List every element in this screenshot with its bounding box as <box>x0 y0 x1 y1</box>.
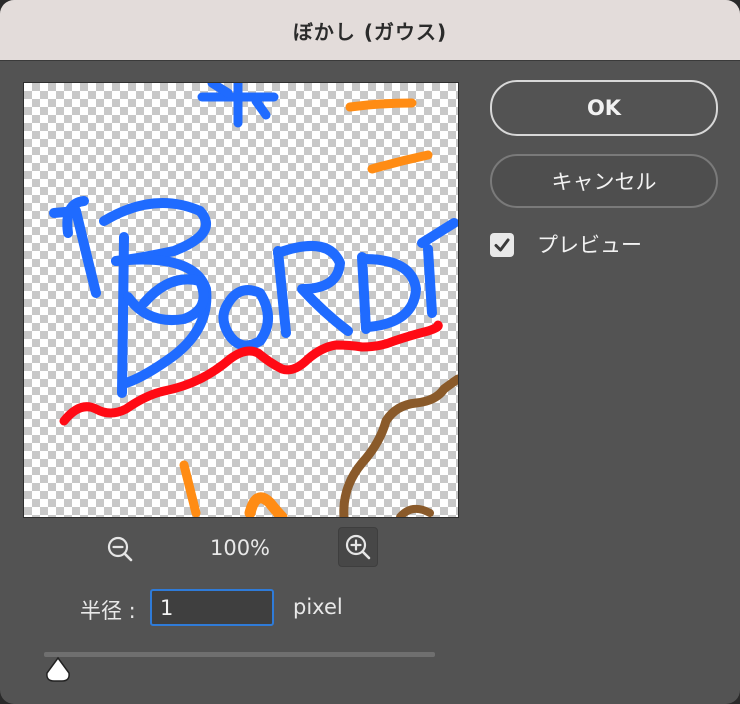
orange-stroke-4 <box>244 492 288 517</box>
radius-input[interactable] <box>150 589 274 626</box>
brown-curve-stroke <box>339 374 458 517</box>
slider-thumb-icon[interactable] <box>44 656 72 684</box>
checkmark-icon <box>494 238 510 252</box>
preview-checkbox[interactable] <box>490 233 514 257</box>
orange-stroke-3 <box>179 460 201 517</box>
preview-artwork <box>49 83 458 517</box>
orange-dash-1 <box>345 98 417 112</box>
radius-slider-track[interactable] <box>44 652 435 657</box>
radius-unit: pixel <box>293 595 343 619</box>
zoom-in-button[interactable] <box>338 527 378 567</box>
zoom-out-icon <box>107 536 133 562</box>
asterisk-stroke <box>197 83 279 128</box>
zoom-percentage: 100% <box>209 536 271 560</box>
radius-label: 半径 : <box>80 599 136 623</box>
preview-checkbox-label[interactable]: プレビュー <box>537 229 642 259</box>
title-bar: ぼかし (ガウス) <box>0 0 740 61</box>
ok-button[interactable]: OK <box>490 80 718 136</box>
zoom-in-icon <box>345 534 371 560</box>
brown-curve-stroke-2 <box>396 504 434 517</box>
bord-lettering <box>49 196 458 398</box>
zoom-out-button[interactable] <box>100 529 140 569</box>
dialog-title: ぼかし (ガウス) <box>292 19 448 44</box>
preview-canvas[interactable] <box>23 82 459 518</box>
gaussian-blur-dialog: ぼかし (ガウス) OK キャンセル プレビュー 100% 半径: 1 pix… <box>0 0 740 704</box>
cancel-button[interactable]: キャンセル <box>490 154 718 208</box>
orange-dash-2 <box>367 150 433 174</box>
